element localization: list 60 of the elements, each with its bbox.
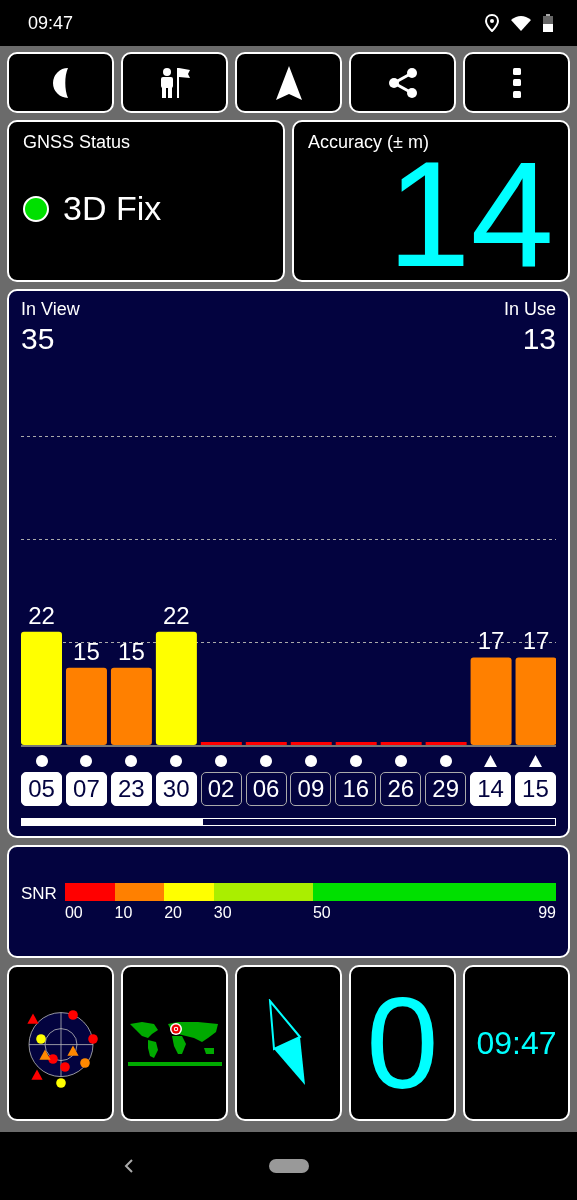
satellite-id[interactable]: 29	[425, 772, 467, 806]
navigation-arrow-icon	[275, 65, 302, 100]
location-icon	[485, 14, 499, 32]
snr-tick: 10	[114, 904, 133, 922]
status-time: 09:47	[28, 12, 74, 34]
home-handle[interactable]	[268, 1159, 309, 1173]
satellite-id[interactable]: 30	[155, 772, 197, 806]
battery-icon	[543, 14, 553, 32]
bar-value: 15	[118, 637, 145, 665]
satellite-id[interactable]: 16	[335, 772, 377, 806]
in-use-count: 13	[522, 322, 556, 356]
bar-value: 22	[163, 601, 190, 629]
fix-status: 3D Fix	[63, 189, 162, 228]
satellite-id[interactable]: 02	[200, 772, 242, 806]
speed-value: 0	[366, 978, 439, 1108]
navigation-button[interactable]	[235, 52, 342, 113]
snr-bar	[380, 742, 422, 745]
clock-time: 09:47	[476, 1024, 557, 1062]
satellite-id[interactable]: 09	[290, 772, 332, 806]
person-flag-button[interactable]	[121, 52, 228, 113]
snr-tick: 30	[213, 904, 232, 922]
snr-bar	[245, 742, 287, 745]
share-icon	[387, 66, 418, 99]
wifi-icon	[511, 15, 531, 31]
more-vertical-icon	[512, 67, 521, 98]
snr-tick: 00	[64, 904, 83, 922]
snr-tick: 20	[164, 904, 182, 922]
back-icon[interactable]	[124, 1158, 134, 1174]
satellite-id[interactable]: 23	[110, 772, 152, 806]
snr-bar	[335, 742, 377, 745]
in-view-count: 35	[21, 322, 55, 356]
in-use-label: In Use	[503, 299, 556, 320]
more-options-button[interactable]	[463, 52, 570, 113]
world-map-tile[interactable]	[121, 965, 228, 1121]
satellite-id[interactable]: 14	[470, 772, 512, 806]
bar-value: 17	[477, 627, 505, 655]
share-button[interactable]	[349, 52, 456, 113]
sky-plot-tile[interactable]	[7, 965, 114, 1121]
card-title: GNSS Status	[23, 132, 131, 153]
speed-tile[interactable]: 0	[349, 965, 456, 1121]
bar-value: 15	[73, 637, 100, 665]
snr-tick: 50	[312, 904, 331, 922]
clock-tile[interactable]: 09:47	[463, 965, 570, 1121]
snr-bar	[200, 742, 242, 745]
snr-bar	[425, 742, 467, 745]
in-view-label: In View	[21, 299, 80, 320]
world-map-drawing[interactable]	[127, 1020, 222, 1066]
snr-tick: 99	[538, 904, 556, 922]
satellite-id[interactable]: 06	[245, 772, 287, 806]
snr-label: SNR	[21, 884, 57, 904]
compass-tile[interactable]	[235, 965, 342, 1121]
satellite-id[interactable]: 15	[514, 772, 556, 806]
person-with-flag-icon	[158, 66, 191, 99]
satellite-id[interactable]: 05	[21, 772, 62, 806]
night-mode-button[interactable]	[7, 52, 114, 113]
bar-value: 17	[522, 627, 550, 655]
satellite-id[interactable]: 07	[65, 772, 107, 806]
satellite-id[interactable]: 26	[380, 772, 422, 806]
bar-value: 22	[28, 601, 55, 629]
snr-bar	[290, 742, 332, 745]
